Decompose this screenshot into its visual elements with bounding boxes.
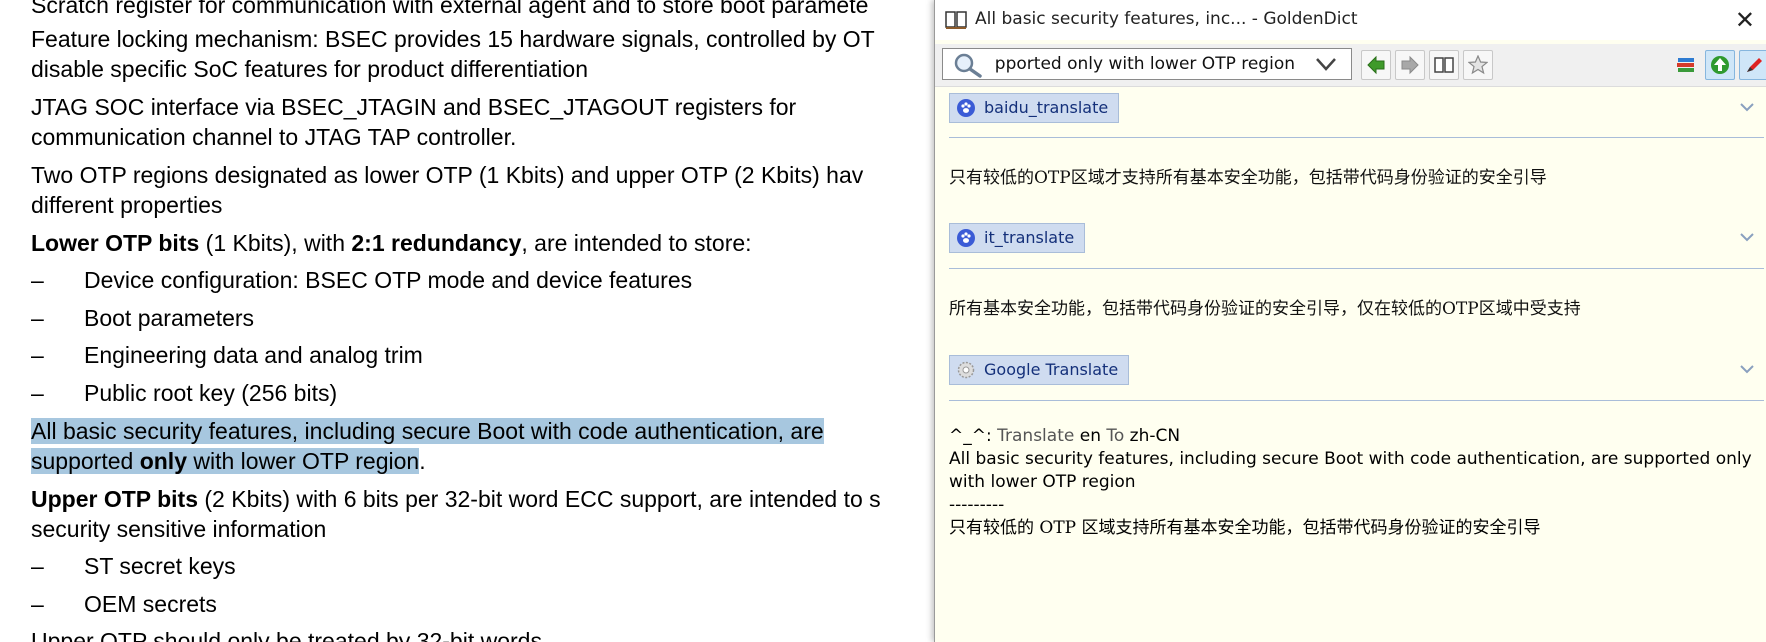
chevron-down-icon[interactable] — [1315, 55, 1337, 73]
back-arrow-icon — [1367, 55, 1385, 75]
doc-line: Two OTP regions designated as lower OTP … — [31, 162, 864, 188]
toolbar — [935, 44, 1766, 87]
doc-line: different properties — [31, 192, 223, 218]
bullet-text: OEM secrets — [84, 591, 217, 617]
doc-line: Feature locking mechanism: BSEC provides… — [31, 26, 875, 52]
doc-line: Upper OTP should only be treated by 32-b… — [31, 628, 542, 642]
pen-icon — [1747, 58, 1762, 72]
selected-text[interactable]: All basic security features, including s… — [31, 418, 824, 444]
divider — [949, 400, 1764, 401]
bold-term: only — [139, 448, 187, 474]
doc-line: communication channel to JTAG TAP contro… — [31, 124, 517, 150]
translation-text: 只有较低的OTP区域才支持所有基本安全功能，包括带代码身份验证的安全引导 — [949, 168, 1547, 188]
chevron-down-icon[interactable] — [1739, 363, 1755, 375]
selected-text-line[interactable]: All basic security features, including s… — [31, 416, 824, 446]
book-icon — [1434, 57, 1454, 73]
dash: – — [31, 380, 44, 406]
dictionaries-button[interactable] — [1429, 50, 1459, 80]
book-app-icon — [945, 11, 967, 29]
doc-line: security sensitive information — [31, 516, 327, 542]
text-span: Translate — [997, 426, 1075, 446]
goldendict-window[interactable]: All basic security features, inc... - Go… — [934, 0, 1766, 642]
paw-icon — [957, 99, 975, 117]
bullet-text: Device configuration: BSEC OTP mode and … — [84, 267, 693, 293]
scan-popup-button[interactable] — [1705, 50, 1735, 80]
forward-button[interactable] — [1395, 50, 1425, 80]
bold-term: 2:1 redundancy — [351, 230, 522, 256]
text-span: supported — [31, 448, 140, 474]
translate-direction: ^_^: Translate en To zh-CN — [949, 425, 1761, 448]
selected-text[interactable]: supported only with lower OTP region — [31, 448, 420, 474]
divider — [949, 268, 1764, 269]
doc-line: Lower OTP bits (1 Kbits), with 2:1 redun… — [31, 228, 752, 258]
text-span: zh-CN — [1124, 426, 1181, 446]
text-span: (2 Kbits) with 6 bits per 32-bit word EC… — [198, 486, 881, 512]
close-icon[interactable]: ✕ — [1735, 6, 1755, 34]
dict-name: Google Translate — [984, 360, 1119, 379]
text-span: en — [1074, 426, 1107, 446]
dict-header-google[interactable]: Google Translate — [949, 355, 1130, 385]
dictionary-groups-button[interactable] — [1671, 50, 1701, 80]
star-icon — [1468, 55, 1488, 75]
bullet-text: Engineering data and analog trim — [84, 342, 423, 368]
translation-text: 只有较低的 OTP 区域支持所有基本安全功能，包括带代码身份验证的安全引导 — [949, 518, 1541, 538]
google-translate-result: ^_^: Translate en To zh-CN All basic sec… — [949, 425, 1761, 540]
dash: – — [31, 342, 44, 368]
translation-text: 所有基本安全功能，包括带代码身份验证的安全引导，仅在较低的OTP区域中受支持 — [949, 299, 1581, 319]
books-icon — [1677, 58, 1694, 72]
text-span: with lower OTP region — [186, 448, 420, 474]
selected-text-line[interactable]: supported only with lower OTP region. — [31, 446, 426, 476]
bullet-text: Boot parameters — [84, 305, 255, 331]
pdf-document: Scratch register for communication with … — [0, 0, 940, 642]
dash: – — [31, 553, 44, 579]
dict-name: it_translate — [984, 228, 1075, 247]
dict-header-baidu[interactable]: baidu_translate — [949, 93, 1120, 123]
doc-line: JTAG SOC interface via BSEC_JTAGIN and B… — [31, 94, 797, 120]
text-span: (1 Kbits), with — [199, 230, 352, 256]
title-bar[interactable]: All basic security features, inc... - Go… — [935, 0, 1766, 40]
forward-arrow-icon — [1401, 55, 1419, 75]
divider — [949, 137, 1764, 138]
text-span: . — [419, 448, 426, 474]
doc-line: disable specific SoC features for produc… — [31, 56, 588, 82]
search-box[interactable] — [942, 48, 1352, 80]
chevron-down-icon[interactable] — [1739, 231, 1755, 243]
bullet-text: ST secret keys — [84, 553, 236, 579]
dash: – — [31, 591, 44, 617]
window-title: All basic security features, inc... - Go… — [975, 9, 1358, 29]
bold-term: Lower OTP bits — [31, 230, 200, 256]
source-text: All basic security features, including s… — [949, 449, 1752, 492]
doc-line: Upper OTP bits (2 Kbits) with 6 bits per… — [31, 484, 881, 514]
pronounce-button[interactable] — [1739, 50, 1766, 80]
text-span: , are intended to store: — [521, 230, 752, 256]
text-span: ^_^: — [949, 426, 998, 446]
gear-icon — [957, 361, 975, 379]
dash: – — [31, 305, 44, 331]
doc-line: Scratch register for communication with … — [31, 0, 869, 18]
back-button[interactable] — [1361, 50, 1391, 80]
bold-term: Upper OTP bits — [31, 486, 198, 512]
bullet-text: Public root key (256 bits) — [84, 380, 338, 406]
dict-header-it[interactable]: it_translate — [949, 223, 1086, 253]
separator-text: --------- — [949, 495, 1005, 515]
dash: – — [31, 267, 44, 293]
paw-icon — [957, 229, 975, 247]
chevron-down-icon[interactable] — [1739, 101, 1755, 113]
text-span: To — [1106, 426, 1125, 446]
search-input[interactable] — [995, 52, 1295, 76]
up-arrow-icon — [1711, 56, 1729, 74]
article-view[interactable]: baidu_translate 只有较低的OTP区域才支持所有基本安全功能，包括… — [935, 87, 1766, 642]
search-icon — [954, 53, 982, 78]
dict-name: baidu_translate — [984, 98, 1109, 117]
favorites-button[interactable] — [1463, 50, 1493, 80]
